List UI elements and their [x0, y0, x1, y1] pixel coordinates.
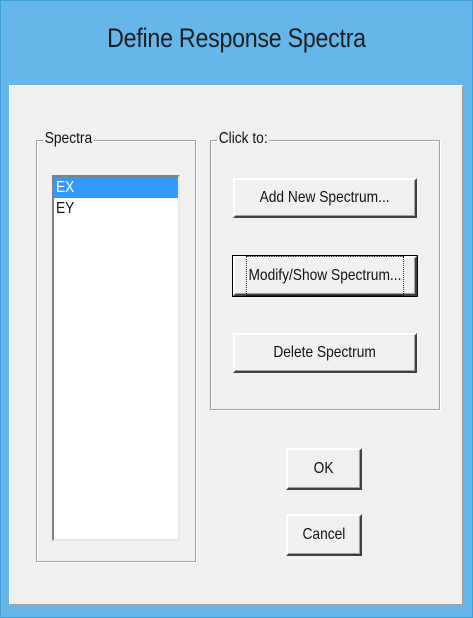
spectra-listbox[interactable]: EX EY [52, 175, 180, 541]
modify-show-spectrum-button[interactable]: Modify/Show Spectrum... [232, 255, 418, 297]
delete-spectrum-button[interactable]: Delete Spectrum [233, 333, 417, 373]
add-new-spectrum-button[interactable]: Add New Spectrum... [233, 178, 417, 218]
modify-show-spectrum-label: Modify/Show Spectrum... [245, 256, 405, 296]
delete-spectrum-label: Delete Spectrum [273, 344, 377, 361]
spectra-list-item-label: EY [56, 200, 75, 217]
spectra-group-label: Spectra [43, 130, 94, 148]
title-bar[interactable]: Define Response Spectra [1, 1, 472, 85]
spectra-list-item-ey[interactable]: EY [54, 198, 178, 219]
spectra-list-item-ex[interactable]: EX [54, 177, 178, 198]
dialog-title: Define Response Spectra [107, 23, 366, 53]
add-new-spectrum-label: Add New Spectrum... [259, 189, 390, 206]
ok-label: OK [314, 460, 334, 477]
spectra-list-item-label: EX [56, 179, 75, 196]
click-to-group-label: Click to: [217, 130, 270, 148]
ok-button[interactable]: OK [286, 448, 362, 490]
cancel-label: Cancel [302, 526, 346, 543]
cancel-button[interactable]: Cancel [286, 514, 362, 556]
